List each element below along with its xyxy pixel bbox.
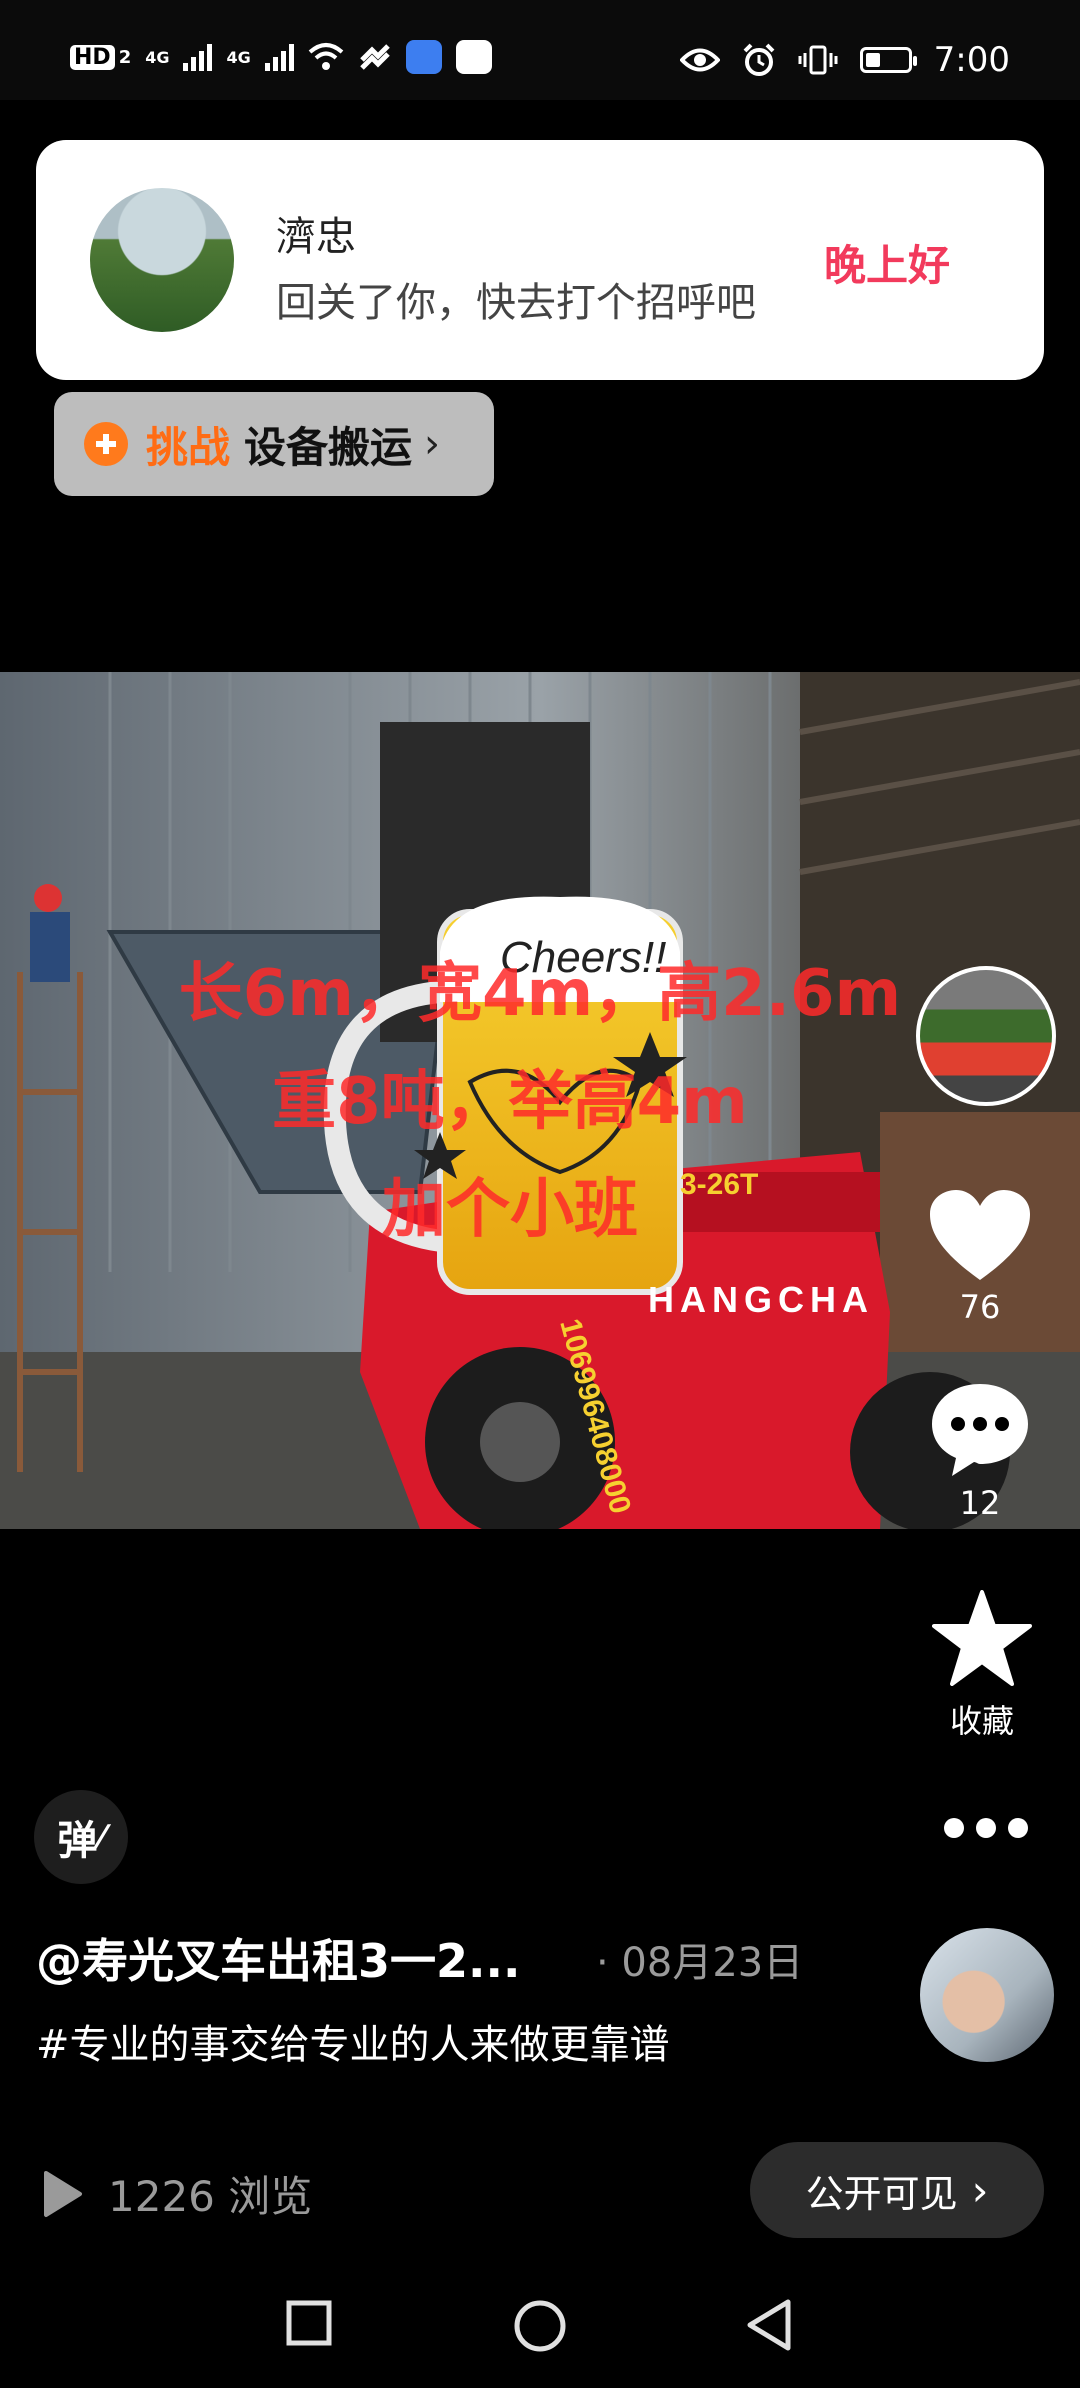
- overlay-text-line2: 重8吨，举高4m: [272, 1065, 748, 1139]
- challenge-chip[interactable]: 挑战 设备搬运 ›: [54, 392, 494, 496]
- comment-count: 12: [959, 1484, 1001, 1522]
- sim-index: 2: [118, 46, 132, 68]
- alarm-icon: [743, 43, 775, 76]
- comment-icon: [932, 1384, 1028, 1476]
- follow-back-notification[interactable]: 濟忠 回关了你，快去打个招呼吧 晚上好: [36, 140, 1044, 380]
- danmaku-label: 弹: [57, 1818, 98, 1864]
- back-button[interactable]: [744, 2298, 794, 2352]
- author-name[interactable]: @寿光叉车出租3一2...: [36, 1925, 520, 1991]
- bag-app-icon: [455, 40, 492, 74]
- challenge-label: 挑战: [146, 422, 231, 472]
- post-image[interactable]: Cheers!! HANGCHA 3-26T 106996408000 长6m，…: [0, 672, 1080, 1529]
- challenge-plus-icon: [84, 422, 128, 466]
- app-notification-icon: [405, 40, 442, 74]
- home-button[interactable]: [512, 2298, 568, 2354]
- music-cover-avatar[interactable]: [916, 966, 1056, 1106]
- network-type-1: 4G: [145, 47, 170, 67]
- view-count: 1226 浏览: [40, 2163, 312, 2224]
- visibility-label: 公开可见: [805, 2171, 958, 2216]
- danmaku-toggle[interactable]: 弹 ⁄: [34, 1790, 128, 1884]
- chevron-right-icon: ›: [971, 2165, 989, 2215]
- network-type-2: 4G: [226, 47, 251, 67]
- view-count-label: 1226 浏览: [108, 2172, 313, 2221]
- eye-comfort-icon: [679, 48, 720, 72]
- danmaku-slash-icon: ⁄: [99, 1818, 105, 1856]
- post-description[interactable]: #专业的事交给专业的人来做更靠谱: [36, 2012, 670, 2070]
- wifi-icon: [308, 43, 344, 70]
- more-dots-icon: [944, 1818, 1028, 1838]
- like-count: 76: [959, 1288, 1001, 1326]
- vibrate-icon: [798, 45, 838, 75]
- sender-avatar[interactable]: [90, 188, 234, 332]
- sender-name: 濟忠: [276, 214, 356, 260]
- status-left: HD 2 4G 4G: [70, 40, 492, 74]
- comment-button[interactable]: 12: [928, 1380, 1040, 1522]
- status-right: 7:00: [679, 40, 1010, 80]
- signal-2-icon: [264, 43, 294, 71]
- signal-1-icon: [183, 43, 213, 71]
- notification-message: 回关了你，快去打个招呼吧: [276, 280, 756, 326]
- link-app-icon: [359, 44, 390, 70]
- battery-icon: [859, 47, 917, 73]
- more-options-button[interactable]: [944, 1818, 1028, 1838]
- greeting-button[interactable]: 晚上好: [824, 232, 950, 293]
- overlay-text-line1: 长6m，宽4m，高2.6m: [178, 957, 902, 1031]
- chevron-right-icon: ›: [424, 421, 441, 467]
- challenge-topic: 设备搬运: [244, 422, 413, 472]
- visibility-button[interactable]: 公开可见 ›: [750, 2142, 1044, 2238]
- truck-brand: HANGCHA: [648, 1279, 874, 1320]
- clock: 7:00: [933, 40, 1010, 80]
- recents-button[interactable]: [284, 2298, 334, 2348]
- like-button[interactable]: 76: [928, 1188, 1040, 1326]
- post-date: · 08月23日: [596, 1940, 804, 1986]
- favorite-label: 收藏: [949, 1702, 1014, 1740]
- author-avatar[interactable]: [920, 1928, 1054, 2062]
- play-icon: [44, 2170, 82, 2217]
- star-icon: [932, 1590, 1032, 1686]
- status-bar: HD 2 4G 4G 7:00: [0, 0, 1080, 100]
- overlay-text-line3: 加个小班: [382, 1173, 638, 1247]
- favorite-button[interactable]: 收藏: [932, 1590, 1042, 1742]
- heart-icon: [930, 1190, 1030, 1280]
- hd-badge: HD: [70, 44, 115, 70]
